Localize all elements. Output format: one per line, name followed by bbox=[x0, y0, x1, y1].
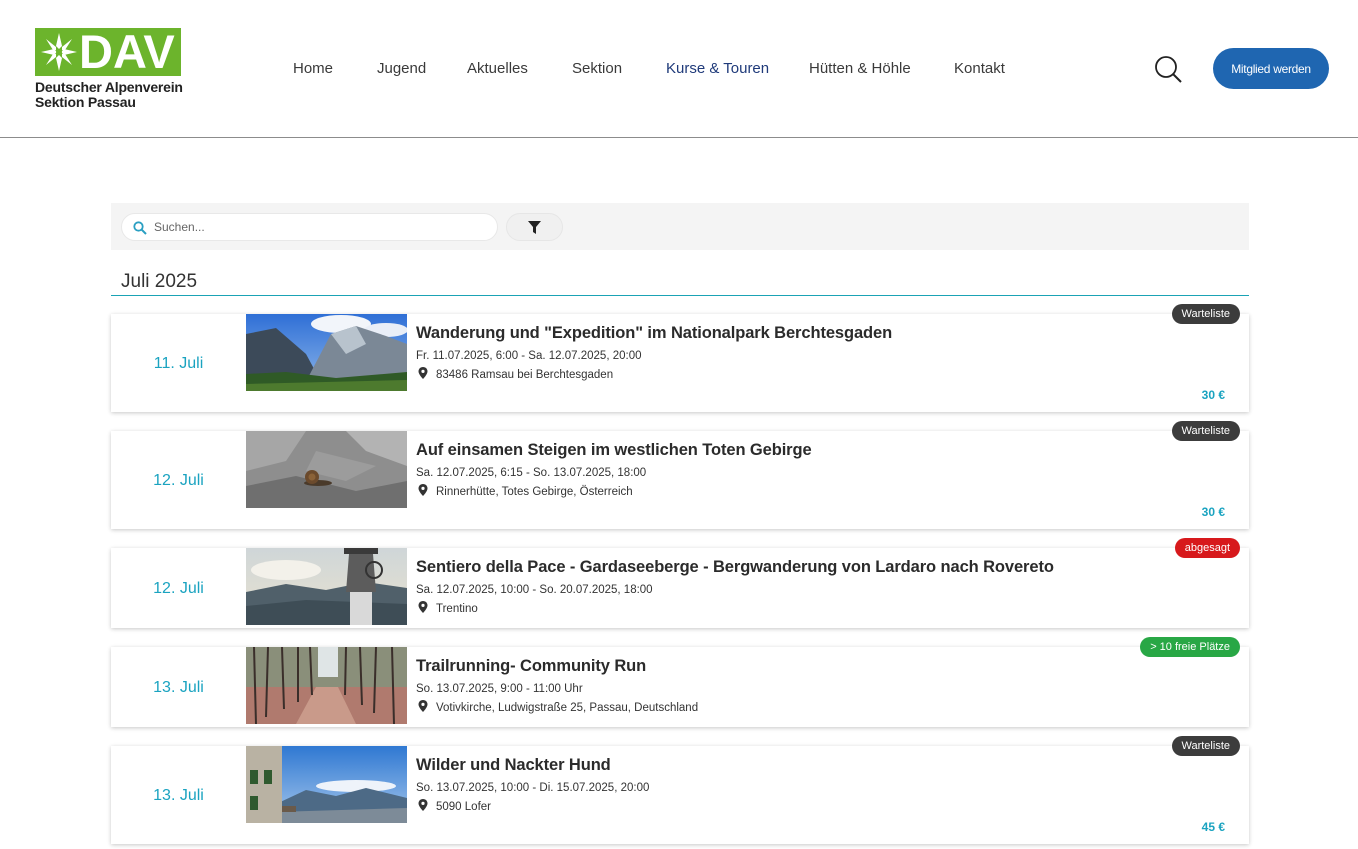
event-card[interactable]: 13. Juli Trailrunning- Community Run So.… bbox=[111, 637, 1249, 727]
event-location: Votivkirche, Ludwigstraße 25, Passau, De… bbox=[416, 700, 698, 714]
status-badge: Warteliste bbox=[1171, 736, 1240, 756]
event-date: 12. Juli bbox=[153, 472, 204, 489]
logo-section-name: Sektion Passau bbox=[35, 94, 136, 110]
nav-item-sektion[interactable]: Sektion bbox=[572, 60, 622, 78]
event-location-text: Trentino bbox=[436, 603, 478, 615]
funnel-icon bbox=[528, 220, 541, 234]
event-card[interactable]: 12. Juli Sentiero della Pace - Gardaseeb… bbox=[111, 538, 1249, 628]
event-title[interactable]: Wanderung und "Expedition" im Nationalpa… bbox=[416, 324, 892, 343]
search-icon bbox=[133, 221, 147, 235]
event-location: 5090 Lofer bbox=[416, 799, 491, 813]
event-title[interactable]: Wilder und Nackter Hund bbox=[416, 756, 611, 775]
event-filter-bar bbox=[111, 203, 1249, 250]
event-location: 83486 Ramsau bei Berchtesgaden bbox=[416, 367, 613, 381]
event-image[interactable] bbox=[246, 647, 407, 724]
event-image[interactable] bbox=[246, 746, 407, 823]
nav-item-kurse-touren[interactable]: Kurse & Touren bbox=[666, 60, 769, 78]
map-pin-icon bbox=[418, 601, 428, 613]
peace-bell-photo bbox=[246, 548, 407, 625]
search-field[interactable] bbox=[121, 213, 498, 241]
status-badge: > 10 freie Plätze bbox=[1140, 637, 1240, 657]
event-card[interactable]: 12. Juli Auf einsamen Steigen im westlic… bbox=[111, 421, 1249, 529]
event-title[interactable]: Sentiero della Pace - Gardaseeberge - Be… bbox=[416, 558, 1054, 577]
event-price: 30 € bbox=[1201, 505, 1225, 519]
alpine-hut-view-photo bbox=[246, 746, 407, 823]
event-location-text: Rinnerhütte, Totes Gebirge, Österreich bbox=[436, 486, 633, 498]
event-price: 45 € bbox=[1201, 820, 1225, 834]
nav-item-home[interactable]: Home bbox=[293, 60, 333, 78]
search-icon[interactable] bbox=[1153, 54, 1183, 84]
event-datetime: So. 13.07.2025, 9:00 - 11:00 Uhr bbox=[416, 683, 583, 695]
map-pin-icon bbox=[418, 367, 428, 379]
event-location-text: 83486 Ramsau bei Berchtesgaden bbox=[436, 369, 614, 381]
map-pin-icon bbox=[418, 484, 428, 496]
search-input[interactable] bbox=[154, 217, 484, 237]
map-pin-icon bbox=[418, 799, 428, 811]
event-title[interactable]: Trailrunning- Community Run bbox=[416, 657, 646, 676]
event-location: Trentino bbox=[416, 601, 478, 615]
nav-item-huetten-hoehle[interactable]: Hütten & Höhle bbox=[809, 60, 911, 78]
event-datetime: Fr. 11.07.2025, 6:00 - Sa. 12.07.2025, 2… bbox=[416, 350, 642, 362]
event-card[interactable]: 13. Juli Wilder und Nackter Hund So. 13.… bbox=[111, 736, 1249, 844]
nav-item-kontakt[interactable]: Kontakt bbox=[954, 60, 1005, 78]
become-member-button[interactable]: Mitglied werden bbox=[1213, 48, 1329, 89]
status-badge: Warteliste bbox=[1171, 304, 1240, 324]
event-location-text: 5090 Lofer bbox=[436, 801, 491, 813]
month-divider bbox=[111, 295, 1249, 296]
nav-item-aktuelles[interactable]: Aktuelles bbox=[467, 60, 528, 78]
month-heading: Juli 2025 bbox=[121, 271, 198, 292]
event-location: Rinnerhütte, Totes Gebirge, Österreich bbox=[416, 484, 633, 498]
dav-logo[interactable]: DAV Deutscher Alpenverein Sektion Passau bbox=[35, 25, 185, 112]
site-header: DAV Deutscher Alpenverein Sektion Passau… bbox=[0, 0, 1358, 138]
event-location-text: Votivkirche, Ludwigstraße 25, Passau, De… bbox=[436, 702, 699, 714]
event-datetime: Sa. 12.07.2025, 6:15 - So. 13.07.2025, 1… bbox=[416, 467, 647, 479]
event-date: 13. Juli bbox=[153, 787, 204, 804]
filter-button[interactable] bbox=[506, 213, 563, 241]
event-title[interactable]: Auf einsamen Steigen im westlichen Toten… bbox=[416, 441, 812, 460]
event-card[interactable]: 11. Juli Wanderung und "Expedition" im N… bbox=[111, 304, 1249, 412]
map-pin-icon bbox=[418, 700, 428, 712]
event-image[interactable] bbox=[246, 431, 407, 508]
status-badge: Warteliste bbox=[1171, 421, 1240, 441]
event-price: 30 € bbox=[1201, 388, 1225, 402]
forest-trail-photo bbox=[246, 647, 407, 724]
logo-mark: DAV bbox=[35, 25, 181, 78]
status-badge: abgesagt bbox=[1174, 538, 1240, 558]
event-image[interactable] bbox=[246, 314, 407, 391]
event-date: 13. Juli bbox=[153, 679, 204, 696]
event-date: 12. Juli bbox=[153, 580, 204, 597]
event-image[interactable] bbox=[246, 548, 407, 625]
event-date: 11. Juli bbox=[153, 355, 204, 372]
event-datetime: So. 13.07.2025, 10:00 - Di. 15.07.2025, … bbox=[416, 782, 650, 794]
snail-on-rock-photo bbox=[246, 431, 407, 508]
edelweiss-icon bbox=[41, 33, 77, 71]
logo-org-name: Deutscher Alpenverein bbox=[35, 79, 183, 95]
mountain-valley-photo bbox=[246, 314, 407, 391]
logo-wordmark: DAV bbox=[79, 25, 175, 78]
event-datetime: Sa. 12.07.2025, 10:00 - So. 20.07.2025, … bbox=[416, 584, 653, 596]
nav-item-jugend[interactable]: Jugend bbox=[377, 60, 426, 78]
